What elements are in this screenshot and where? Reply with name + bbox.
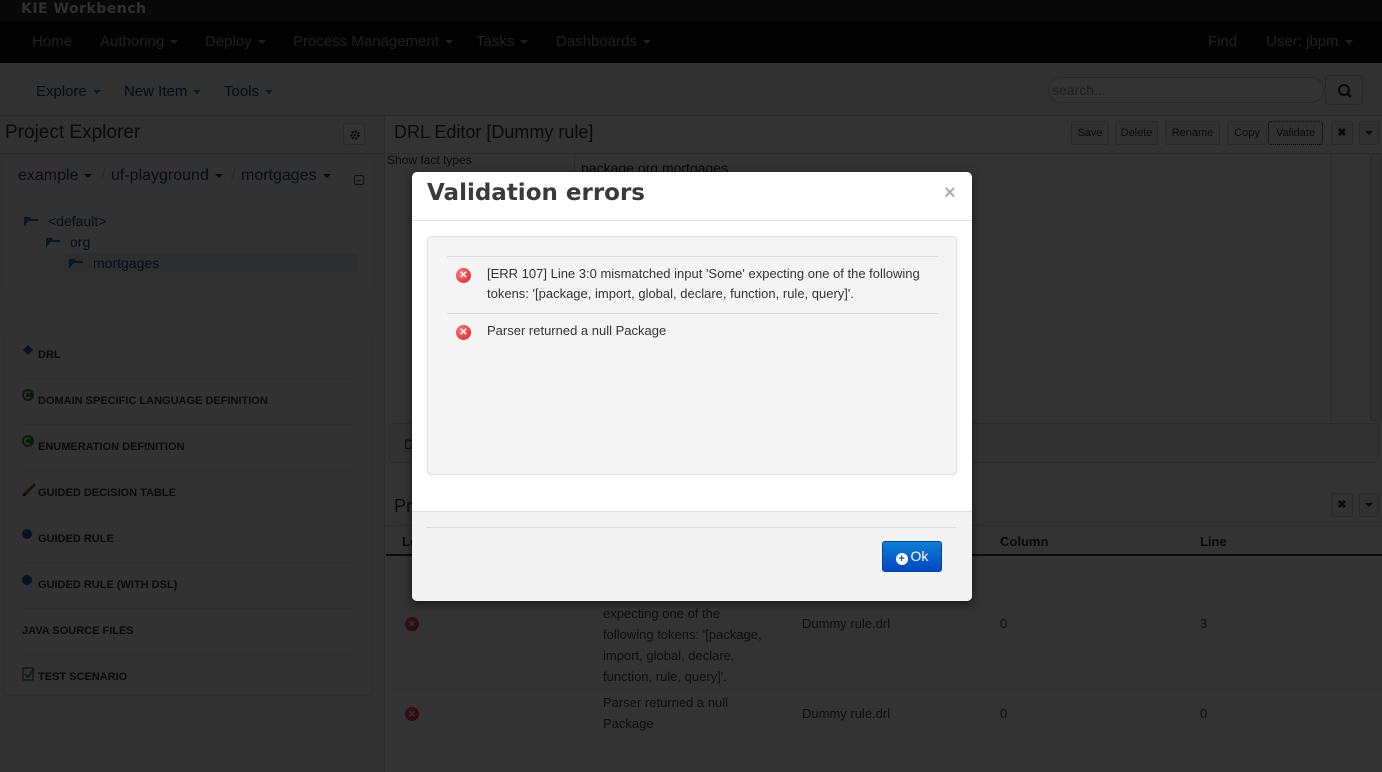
- error-icon: ✕: [456, 325, 471, 340]
- validation-errors-dialog: Validation errors × ✕ [ERR 107] Line 3:0…: [412, 172, 972, 601]
- divider: [447, 313, 938, 314]
- error-line: tokens: '[package, import, global, decla…: [487, 286, 854, 301]
- divider: [426, 527, 956, 528]
- error-line: Parser returned a null Package: [487, 323, 667, 338]
- plus-circle-icon: +: [895, 553, 908, 565]
- error-message: Parser returned a null Package: [487, 321, 937, 341]
- error-message: [ERR 107] Line 3:0 mismatched input 'Som…: [487, 264, 937, 304]
- ok-button[interactable]: + Ok: [882, 541, 942, 572]
- dialog-footer: + Ok: [412, 511, 972, 601]
- dialog-close-button[interactable]: ×: [944, 182, 956, 205]
- divider: [447, 256, 938, 257]
- error-icon: ✕: [456, 268, 471, 283]
- divider: [412, 220, 972, 221]
- error-list: ✕ [ERR 107] Line 3:0 mismatched input 'S…: [427, 236, 957, 475]
- error-line: [ERR 107] Line 3:0 mismatched input 'Som…: [487, 266, 920, 281]
- ok-button-label: Ok: [910, 548, 929, 564]
- dialog-title: Validation errors: [427, 180, 645, 206]
